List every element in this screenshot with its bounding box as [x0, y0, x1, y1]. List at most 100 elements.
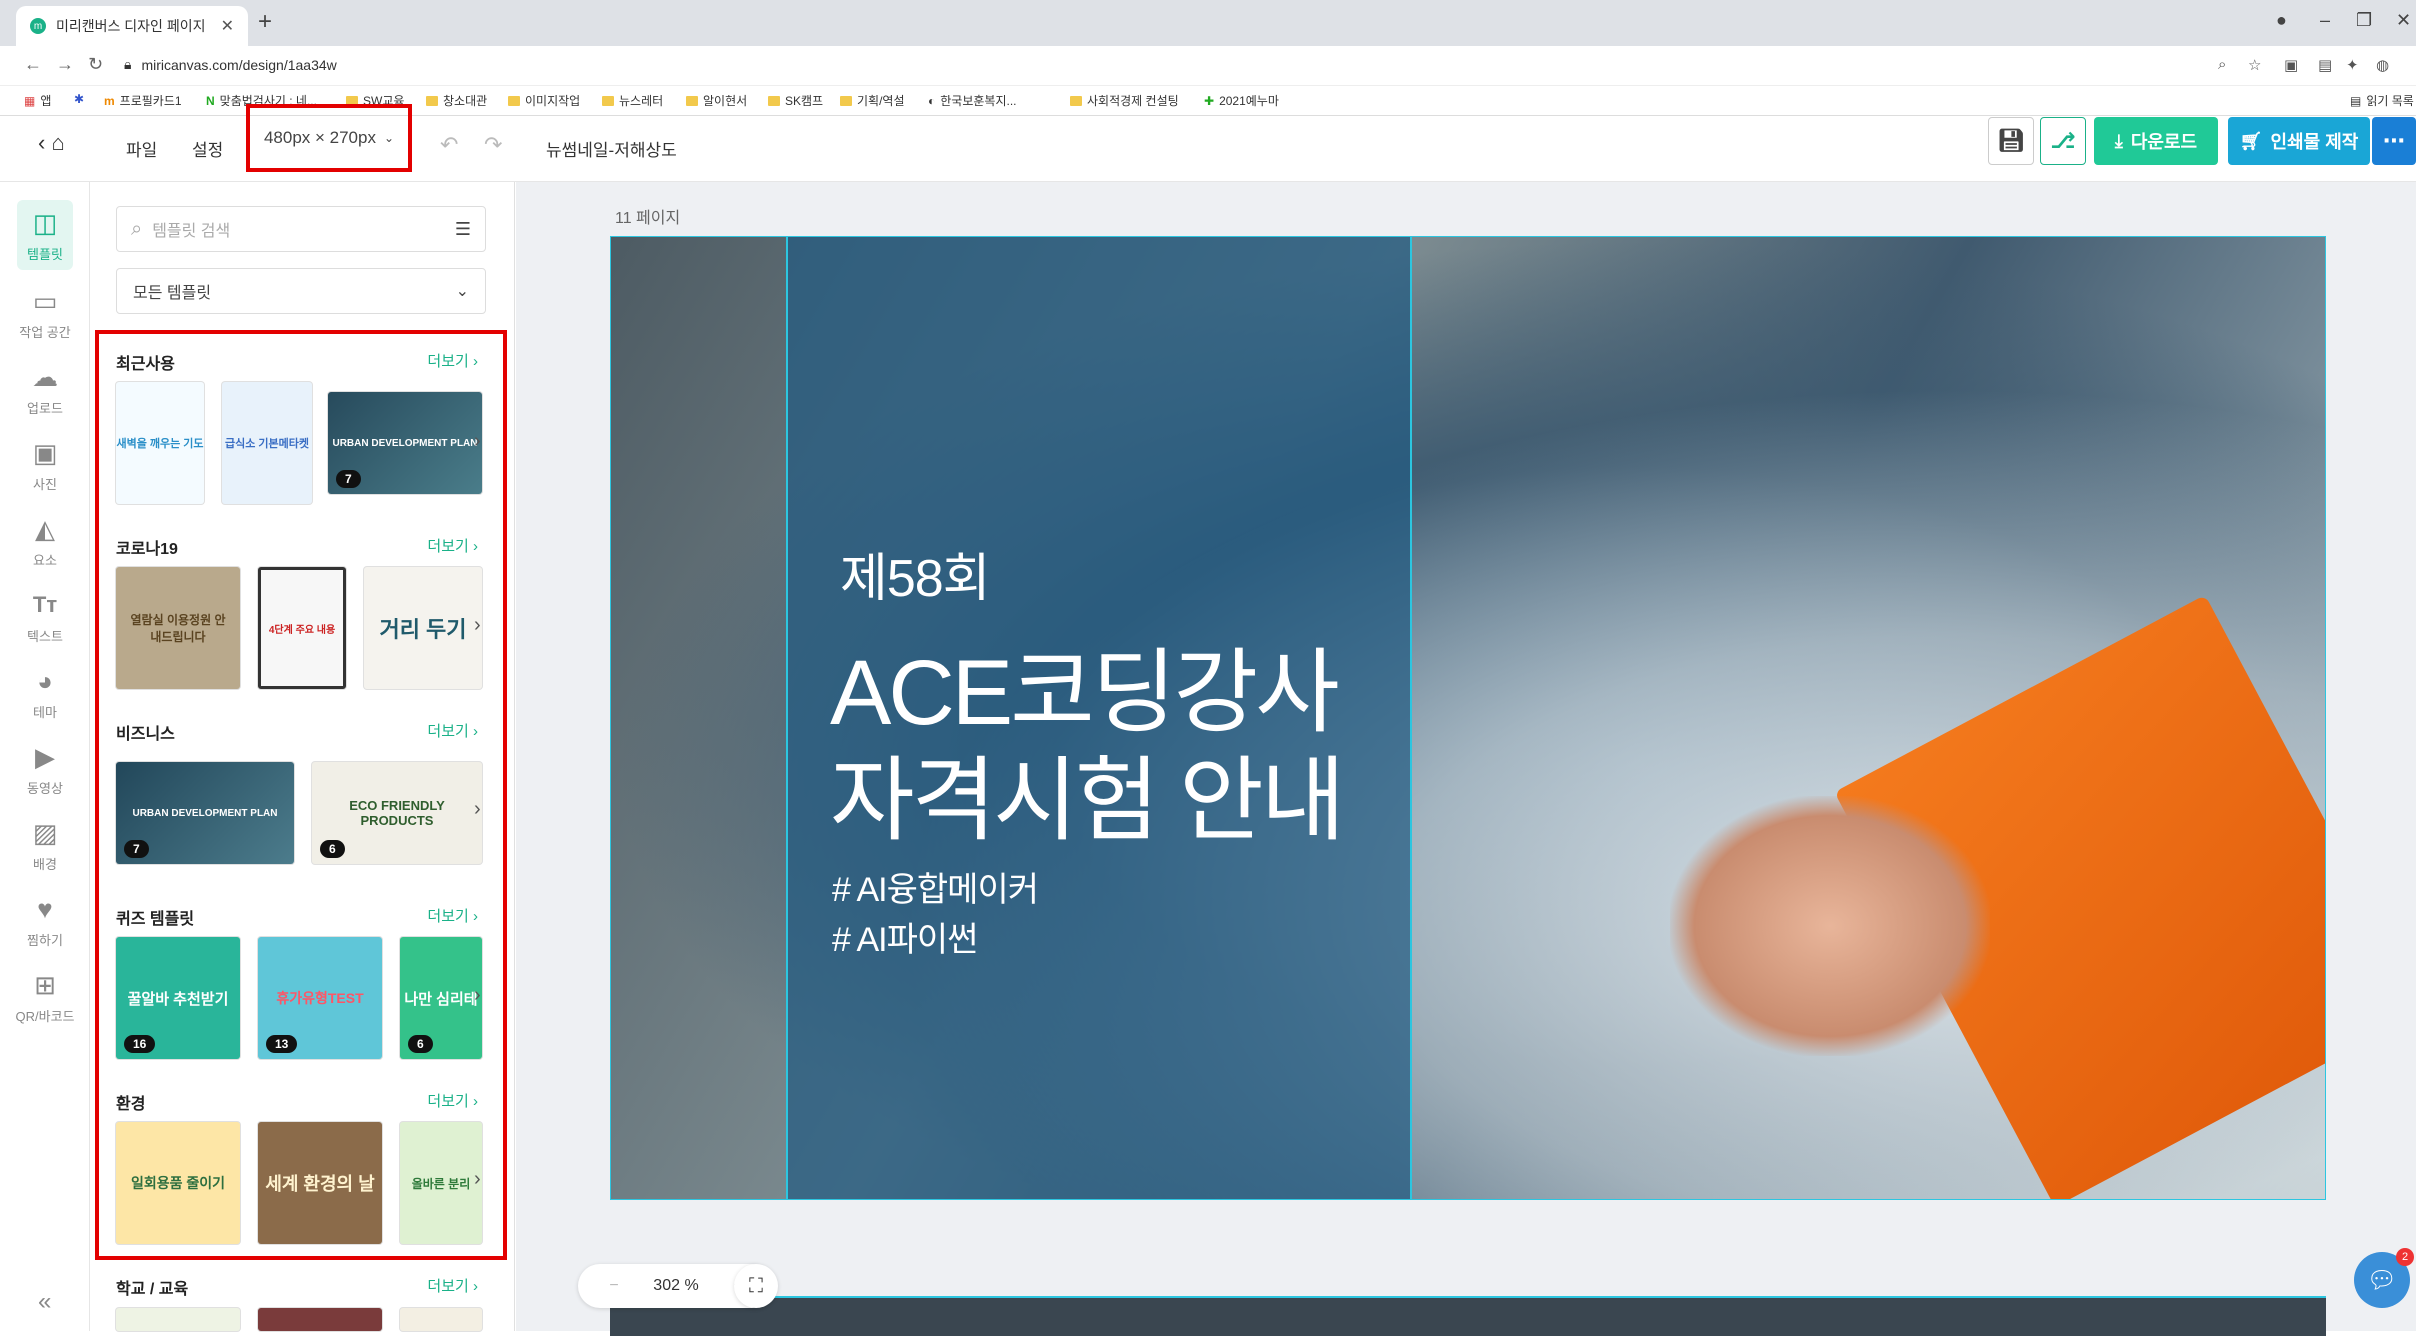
file-menu[interactable]: 파일: [126, 136, 157, 161]
bookmark-folder[interactable]: 이미지작업: [508, 92, 580, 109]
rail-templates[interactable]: ◫ 템플릿: [0, 208, 90, 263]
category-header: 퀴즈 템플릿 더보기 ›: [116, 905, 478, 929]
slide-tag-2[interactable]: # AI파이썬: [832, 912, 978, 961]
restore-button[interactable]: ❐: [2356, 10, 2372, 31]
forward-icon[interactable]: →: [56, 54, 74, 75]
rail-favorites[interactable]: ♥ 찜하기: [0, 894, 90, 949]
template-thumbnail[interactable]: 나만 심리테 6: [400, 937, 482, 1059]
redo-icon[interactable]: ↷: [484, 132, 502, 158]
slide-edition-text[interactable]: 제58회: [840, 536, 991, 611]
see-more-link[interactable]: 더보기 ›: [427, 535, 478, 559]
template-thumbnail[interactable]: 꿀알바 추천받기 16: [116, 937, 240, 1059]
see-more-link[interactable]: 더보기 ›: [427, 350, 478, 374]
template-thumbnail[interactable]: 올바른 분리: [400, 1122, 482, 1244]
reading-list[interactable]: ▤ 읽기 목록: [2350, 92, 2414, 109]
more-options-icon[interactable]: ⋯: [2372, 117, 2416, 165]
template-search-input[interactable]: ⌕ 템플릿 검색 ☰: [116, 206, 486, 252]
bookmark-star-icon[interactable]: ☆: [2248, 56, 2261, 74]
chat-notification-badge: 2: [2396, 1248, 2414, 1266]
minimize-button[interactable]: –: [2320, 10, 2330, 31]
chevron-right-icon[interactable]: ›: [474, 798, 481, 821]
template-thumbnail[interactable]: 새벽을 깨우는 기도: [116, 382, 204, 504]
chevron-right-icon[interactable]: ›: [474, 614, 481, 637]
see-more-link[interactable]: 더보기 ›: [427, 905, 478, 929]
bookmark-item[interactable]: ✚ 2021예누마: [1204, 92, 1279, 109]
chevron-right-icon[interactable]: ›: [474, 984, 481, 1007]
rail-photo[interactable]: ▣ 사진: [0, 438, 90, 493]
bookmark-folder[interactable]: 기획/역설: [840, 92, 905, 109]
bookmark-folder[interactable]: SK캠프: [768, 92, 823, 109]
rail-theme[interactable]: ◕ 테마: [0, 666, 90, 721]
print-order-button[interactable]: 🛒︎ 인쇄물 제작: [2228, 117, 2370, 165]
undo-icon[interactable]: ↶: [440, 132, 458, 158]
template-category-dropdown[interactable]: 모든 템플릿 ⌄: [116, 268, 486, 314]
extension-new-icon[interactable]: ▣: [2284, 56, 2298, 74]
settings-gear-icon[interactable]: ✱: [74, 92, 84, 106]
zoom-out-icon[interactable]: −: [609, 1277, 618, 1295]
share-icon[interactable]: ⎇: [2040, 117, 2086, 165]
canvas-size-label: 480px × 270px: [263, 128, 376, 147]
profile-avatar-icon[interactable]: ◍: [2376, 56, 2389, 74]
slide-page[interactable]: 제58회 ACE코딩강사 자격시험 안내 # AI융합메이커 # AI파이썬: [610, 236, 2326, 1200]
home-icon[interactable]: ‹ ⌂: [38, 130, 65, 156]
template-thumbnail[interactable]: [258, 1308, 382, 1331]
collapse-panel-icon[interactable]: «: [38, 1288, 51, 1316]
see-more-link[interactable]: 더보기 ›: [427, 1090, 478, 1114]
rail-background[interactable]: ▨ 배경: [0, 818, 90, 873]
bookmark-folder[interactable]: 창소대관: [426, 92, 487, 109]
template-thumbnail[interactable]: 일회용품 줄이기: [116, 1122, 240, 1244]
rail-elements[interactable]: ◭ 요소: [0, 514, 90, 569]
document-title[interactable]: 뉴썸네일-저해상도: [546, 136, 677, 161]
zoom-icon[interactable]: ⌕: [2218, 56, 2226, 73]
next-slide-page[interactable]: [610, 1296, 2326, 1336]
bookmark-item[interactable]: m 프로필카드1: [104, 92, 182, 109]
bookmark-folder[interactable]: 뉴스레터: [602, 92, 663, 109]
zoom-level[interactable]: 302 %: [653, 1277, 698, 1295]
template-thumbnail[interactable]: URBAN DEVELOPMENT PLAN 7: [116, 762, 294, 864]
close-tab-icon[interactable]: ✕: [221, 16, 234, 36]
bookmark-folder[interactable]: 알이현서: [686, 92, 747, 109]
rail-workspace[interactable]: ▭ 작업 공간: [0, 286, 90, 341]
slide-title-line2[interactable]: 자격시험 안내: [830, 726, 1345, 859]
close-window-button[interactable]: ✕: [2396, 10, 2411, 31]
template-thumbnail[interactable]: 4단계 주요 내용: [258, 567, 346, 689]
template-thumbnail[interactable]: 거리 두기: [364, 567, 482, 689]
settings-menu[interactable]: 설정: [192, 136, 223, 161]
slide-tag-1[interactable]: # AI융합메이커: [832, 862, 1039, 911]
template-thumbnail[interactable]: [116, 1308, 240, 1331]
bookmark-item[interactable]: ◐ 한국보훈복지...: [928, 92, 1017, 109]
chevron-down-icon: ⌄: [383, 131, 395, 145]
chevron-right-icon[interactable]: ›: [474, 430, 481, 453]
url-field[interactable]: 🔒︎ miricanvas.com/design/1aa34w: [124, 56, 337, 73]
template-thumbnail[interactable]: [400, 1308, 482, 1331]
fullscreen-icon[interactable]: ⛶: [734, 1264, 778, 1308]
extensions-puzzle-icon[interactable]: ✦: [2346, 56, 2359, 74]
category-name: 최근사용: [116, 356, 175, 373]
download-button[interactable]: ⤓ 다운로드: [2094, 117, 2218, 165]
template-thumbnail[interactable]: URBAN DEVELOPMENT PLAN 7: [328, 392, 482, 494]
chevron-right-icon[interactable]: ›: [474, 1168, 481, 1191]
rail-text[interactable]: Tт 텍스트: [0, 590, 90, 645]
rail-upload[interactable]: ☁ 업로드: [0, 362, 90, 417]
template-thumbnail[interactable]: 급식소 기본메타켓: [222, 382, 312, 504]
template-thumbnail[interactable]: 열람실 이용정원 안내드립니다: [116, 567, 240, 689]
text-icon: Tт: [32, 592, 58, 617]
filter-icon[interactable]: ☰: [455, 219, 471, 240]
profile-icon[interactable]: ●: [2276, 10, 2287, 31]
back-icon[interactable]: ←: [24, 54, 42, 75]
rail-qr-barcode[interactable]: ⊞ QR/바코드: [0, 970, 90, 1025]
see-more-link[interactable]: 더보기 ›: [427, 720, 478, 744]
see-more-link[interactable]: 더보기 ›: [427, 1275, 478, 1299]
template-thumbnail[interactable]: 세계 환경의 날: [258, 1122, 382, 1244]
template-thumbnail[interactable]: ECO FRIENDLY PRODUCTS 6: [312, 762, 482, 864]
canvas-size-dropdown[interactable]: 480px × 270px ⌄: [246, 104, 412, 172]
rail-video[interactable]: ▶ 동영상: [0, 742, 90, 797]
save-icon[interactable]: 💾︎: [1988, 117, 2034, 165]
extension-icon[interactable]: ▤: [2318, 56, 2332, 74]
bookmark-folder[interactable]: 사회적경제 컨설팅: [1070, 92, 1179, 109]
new-tab-button[interactable]: +: [258, 8, 272, 36]
browser-tab[interactable]: m 미리캔버스 디자인 페이지 ✕: [16, 6, 248, 46]
reload-icon[interactable]: ↻: [88, 54, 103, 75]
template-thumbnail[interactable]: 휴가유형TEST 13: [258, 937, 382, 1059]
bookmark-apps[interactable]: ▦ 앱: [24, 92, 51, 109]
